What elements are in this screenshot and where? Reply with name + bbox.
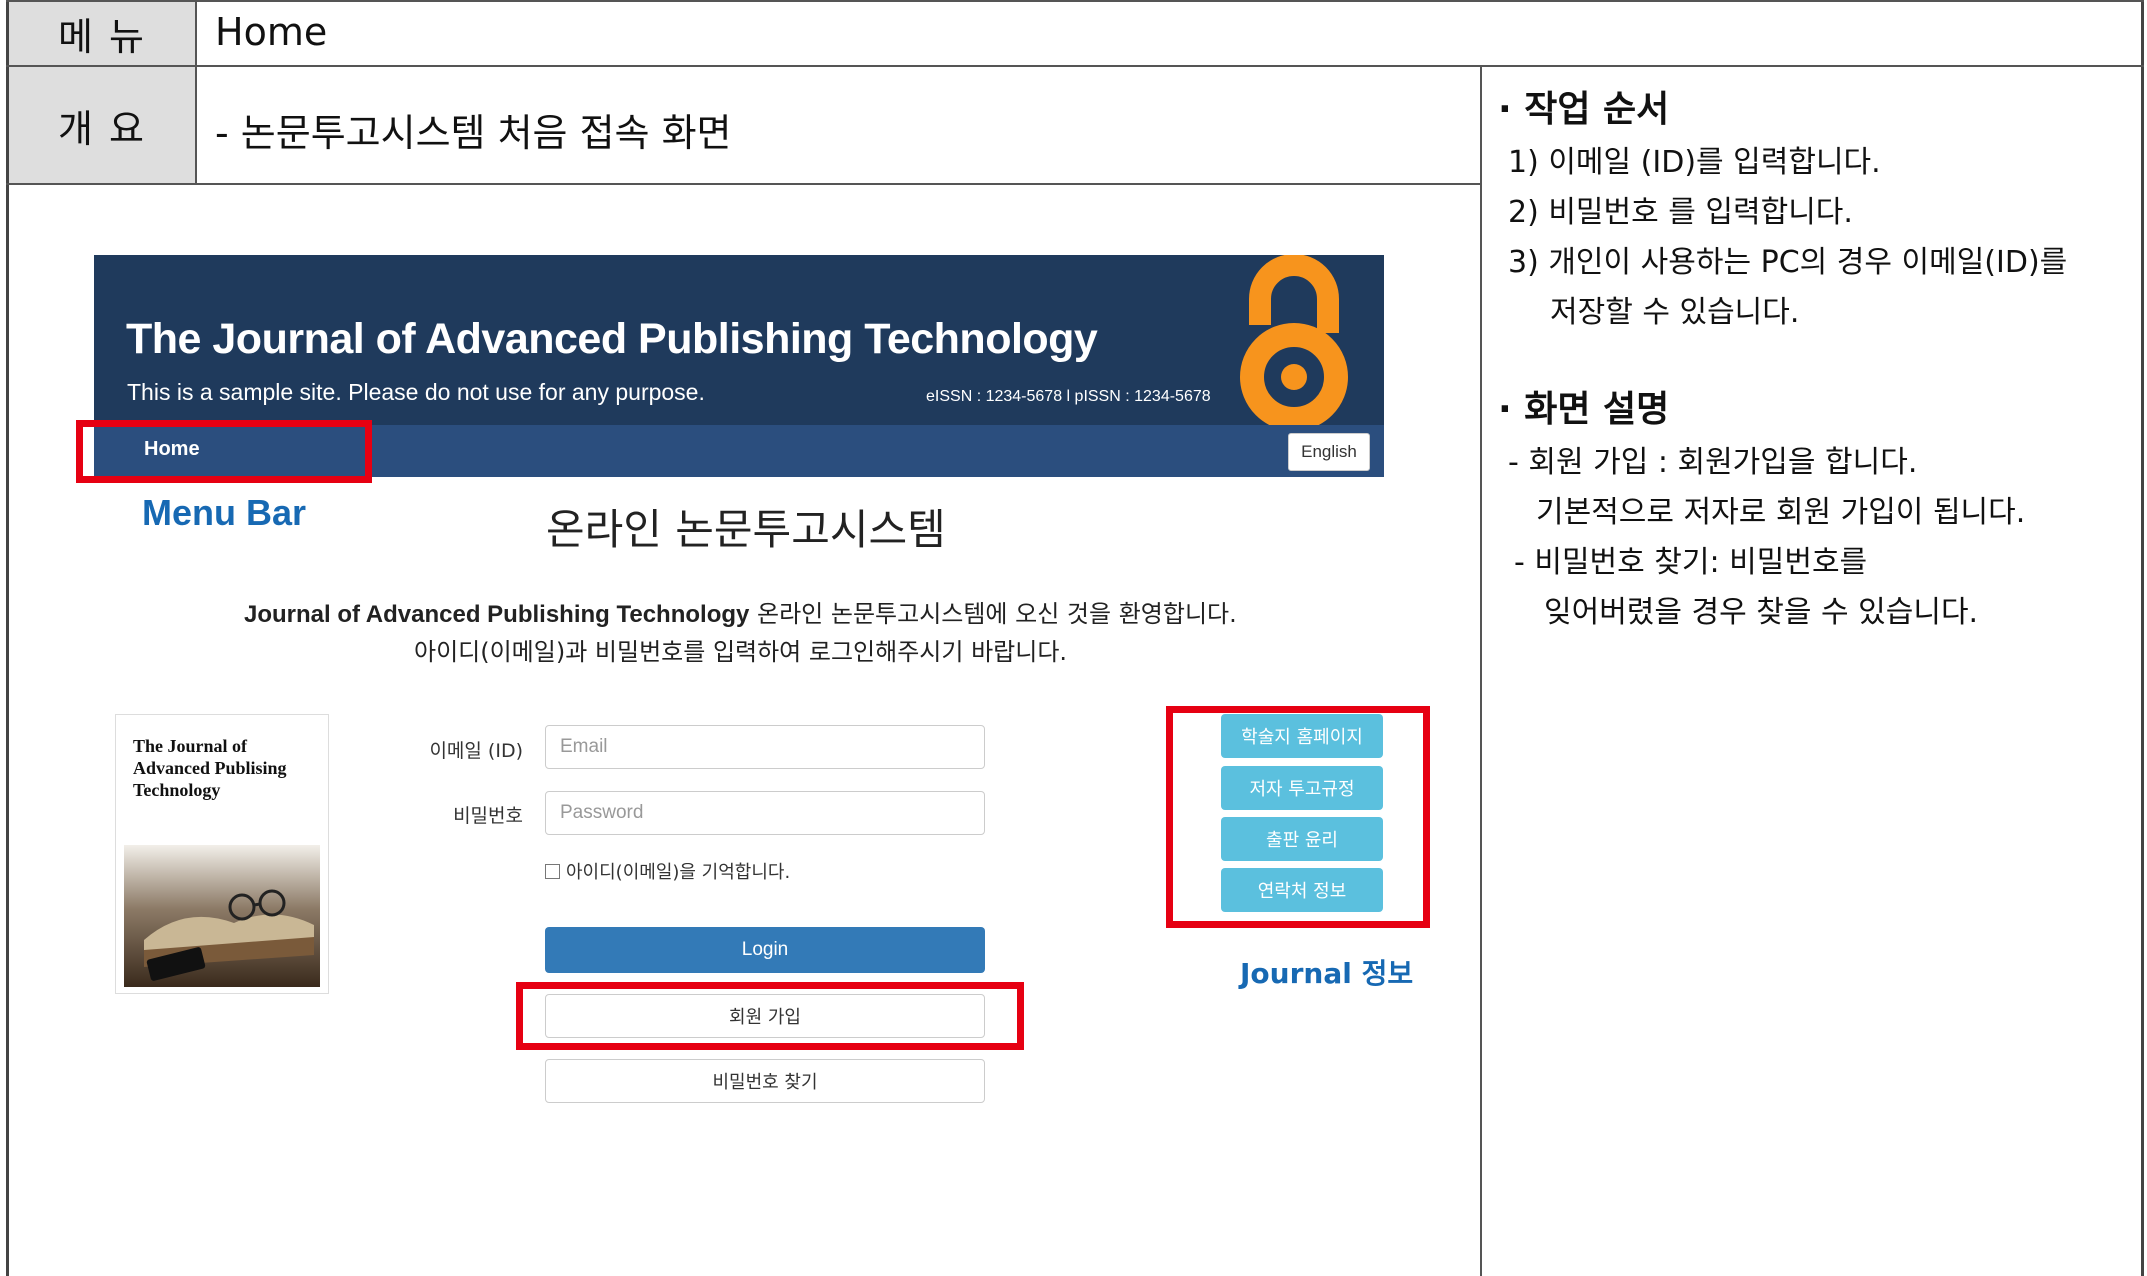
banner-subtitle: This is a sample site. Please do not use… [127, 379, 705, 405]
description-title: · 화면 설명 [1498, 389, 1670, 430]
procedure-step-2: 2) 비밀번호 를 입력합니다. [1508, 195, 1853, 230]
description-find-password: - 비밀번호 찾기: 비밀번호를 [1514, 545, 1868, 580]
system-title: 온라인 논문투고시스템 [546, 505, 946, 554]
description-signup: - 회원 가입 : 회원가입을 합니다. [1508, 445, 1918, 480]
notes-panel: · 작업 순서 1) 이메일 (ID)를 입력합니다. 2) 비밀번호 를 입력… [1498, 82, 2118, 638]
journal-info-highlight [1166, 706, 1430, 928]
description-signup-cont: 기본적으로 저자로 회원 가입이 됩니다. [1536, 495, 2026, 530]
journal-cover: The Journal of Advanced Publising Techno… [115, 714, 329, 994]
journal-info-annotation: Journal 정보 [1240, 957, 1414, 990]
welcome-line-1: Journal of Advanced Publishing Technolog… [244, 594, 1237, 629]
english-button[interactable]: English [1288, 433, 1370, 471]
notes-column-divider [1480, 65, 1482, 1276]
password-label: 비밀번호 [453, 805, 523, 827]
books-glasses-image [124, 845, 320, 987]
label-column-divider [195, 0, 197, 185]
procedure-step-1: 1) 이메일 (ID)를 입력합니다. [1508, 145, 1881, 180]
procedure-step-3-cont: 저장할 수 있습니다. [1550, 295, 1800, 330]
description-find-password-cont: 잊어버렸을 경우 찾을 수 있습니다. [1544, 595, 1979, 630]
menu-bar-annotation: Menu Bar [142, 492, 307, 533]
signup-highlight [516, 982, 1024, 1050]
welcome-journal-name: Journal of Advanced Publishing Technolog… [244, 601, 750, 628]
remember-checkbox[interactable] [545, 863, 560, 879]
overview-label-cell: 개 요 [9, 67, 195, 183]
remember-id[interactable]: 아이디(이메일)을 기억합니다. [545, 858, 790, 884]
find-password-button[interactable]: 비밀번호 찾기 [545, 1059, 985, 1103]
table-top-border [6, 0, 2144, 2]
overview-value: - 논문투고시스템 처음 접속 화면 [215, 111, 732, 155]
menu-bar-highlight [76, 420, 372, 483]
login-button[interactable]: Login [545, 927, 985, 973]
menu-value: Home [215, 10, 328, 54]
remember-label: 아이디(이메일)을 기억합니다. [566, 862, 791, 883]
table-row-divider-2 [6, 183, 1482, 185]
cover-title: The Journal of Advanced Publising Techno… [133, 736, 287, 800]
welcome-line-2: 아이디(이메일)과 비밀번호를 입력하여 로그인해주시기 바랍니다. [414, 638, 1068, 666]
table-row-divider-1 [6, 65, 2144, 67]
issn-text: eISSN : 1234-5678 l pISSN : 1234-5678 [926, 388, 1211, 405]
password-input[interactable]: Password [545, 791, 985, 835]
procedure-title: · 작업 순서 [1498, 89, 1670, 130]
email-input[interactable]: Email [545, 725, 985, 769]
menu-label-cell: 메 뉴 [9, 2, 195, 65]
welcome-text: 온라인 논문투고시스템에 오신 것을 환영합니다. [749, 600, 1237, 628]
open-access-logo-icon [1240, 255, 1348, 425]
email-label: 이메일 (ID) [429, 740, 523, 762]
procedure-step-3: 3) 개인이 사용하는 PC의 경우 이메일(ID)를 [1508, 245, 2068, 280]
banner-title: The Journal of Advanced Publishing Techn… [126, 315, 1098, 363]
